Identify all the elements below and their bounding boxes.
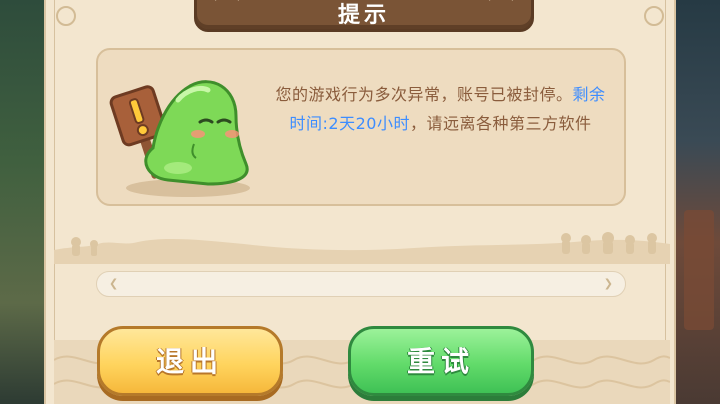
bar-ornament-icon: ❮ <box>109 277 119 290</box>
retry-button[interactable]: 重试 <box>348 326 534 396</box>
background-right <box>676 0 720 404</box>
scenery-silhouettes <box>54 232 670 264</box>
slime-warning-icon <box>109 80 250 197</box>
corner-ornament-icon <box>644 6 664 26</box>
dialog-message: 您的游戏行为多次异常，账号已被封停。剩余时间:2天20小时，请远离各种第三方软件 <box>268 80 613 138</box>
corner-ornament-icon <box>56 6 76 26</box>
exit-button-label: 退出 <box>155 345 224 378</box>
flourish-icon <box>215 0 239 5</box>
retry-button-label: 重试 <box>406 345 475 378</box>
title-banner: 提示 <box>194 0 534 32</box>
bar-ornament-icon: ❯ <box>603 277 613 290</box>
flourish-icon <box>489 0 513 5</box>
game-screen: 提示 您的游戏行为多次异常，账号已被封停。剩余时间:2天20小时，请远离各种第三… <box>0 0 720 404</box>
exit-button[interactable]: 退出 <box>97 326 283 396</box>
background-left <box>0 0 44 404</box>
progress-bar: ❮ ❯ <box>96 271 626 297</box>
dialog-title: 提示 <box>337 3 390 28</box>
message-part: ，请远离各种第三方软件 <box>409 114 592 133</box>
message-box: 您的游戏行为多次异常，账号已被封停。剩余时间:2天20小时，请远离各种第三方软件 <box>96 48 626 206</box>
message-part: 您的游戏行为多次异常，账号已被封停。 <box>275 85 573 104</box>
